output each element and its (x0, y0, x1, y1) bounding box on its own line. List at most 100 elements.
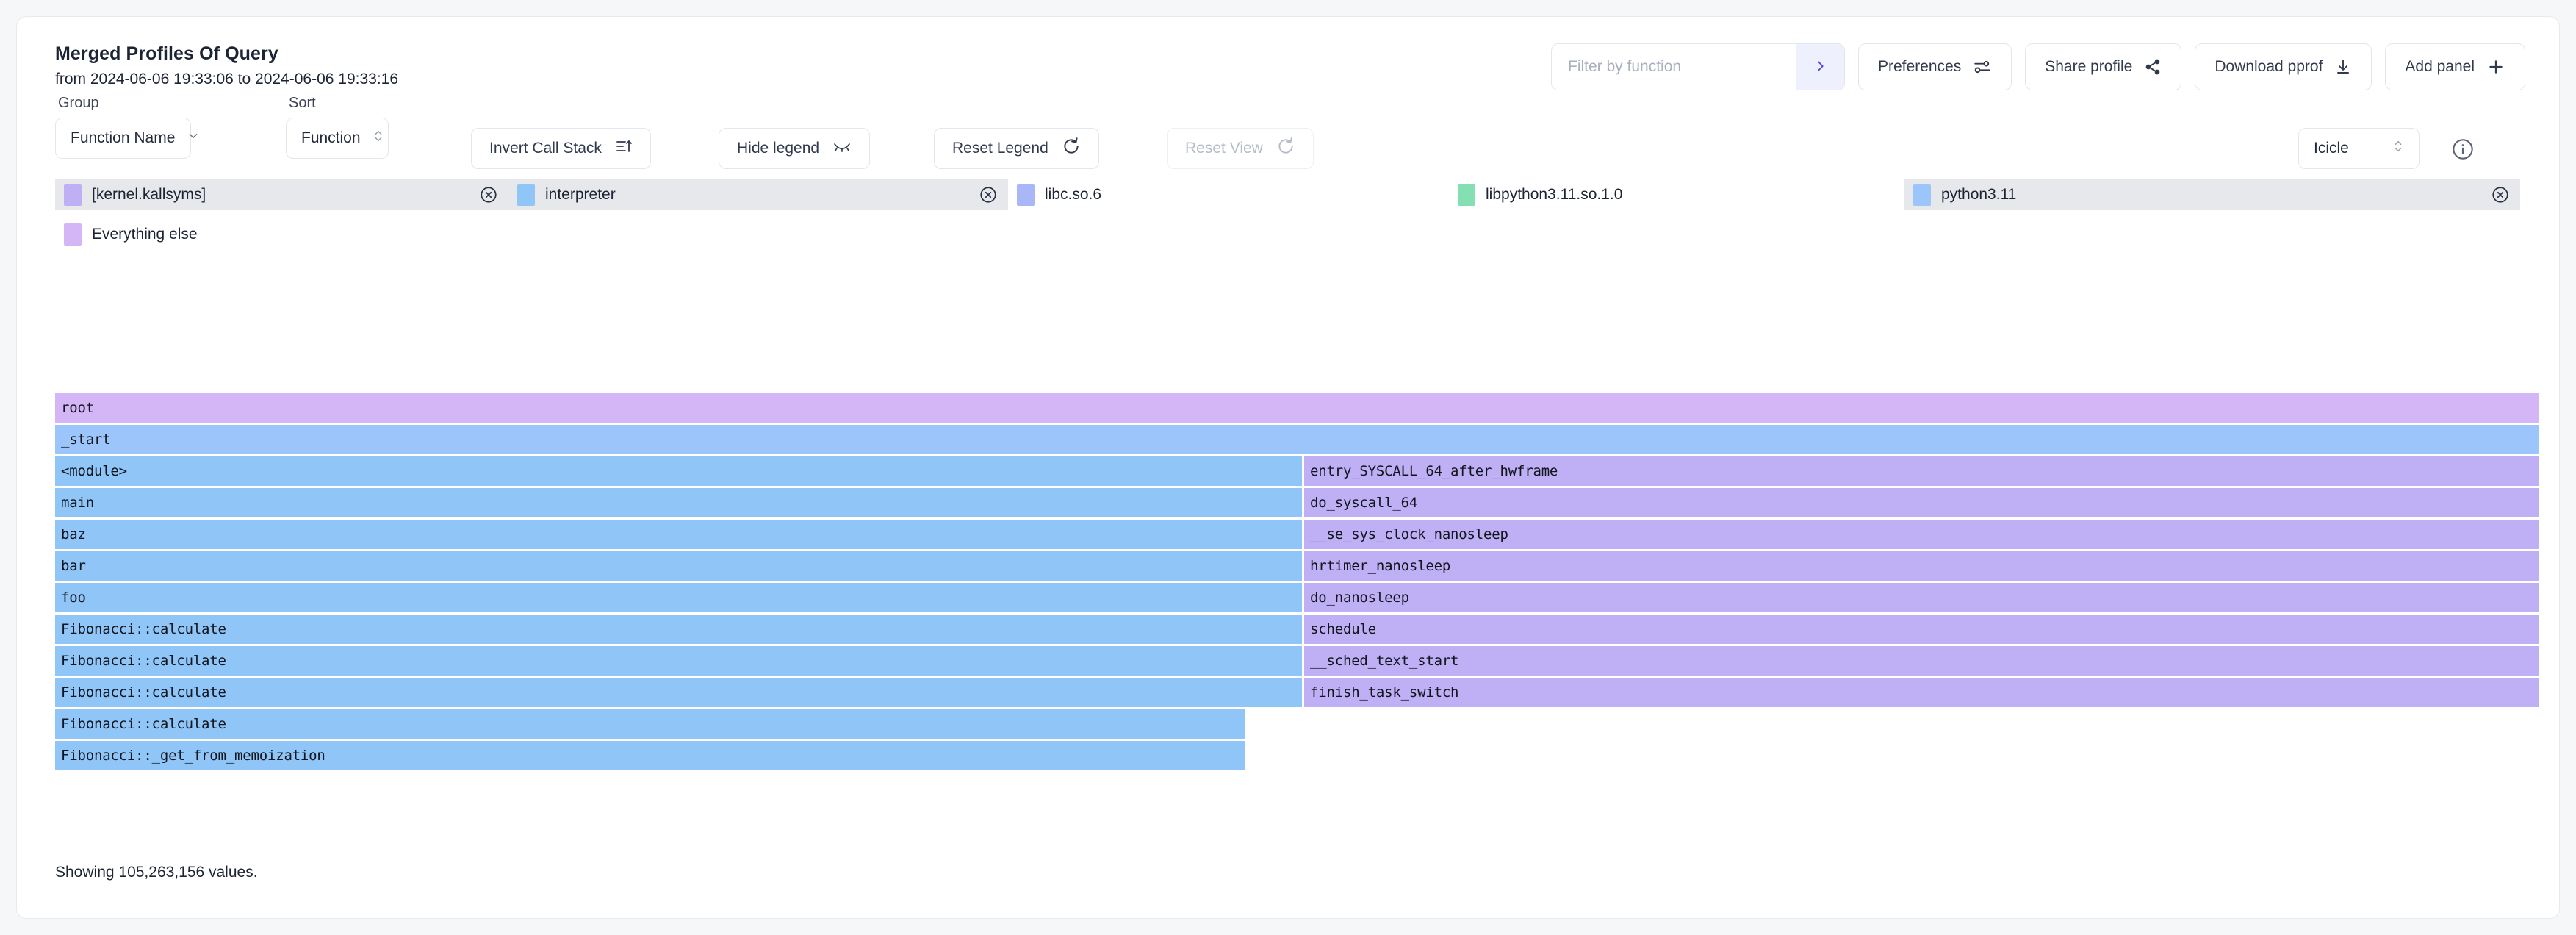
flamegraph-bar[interactable]: <module> (55, 456, 1302, 486)
sort-control: Sort Function (286, 95, 389, 159)
sort-select[interactable]: Function (286, 118, 389, 159)
legend-color-swatch (64, 223, 82, 246)
panel-header: Merged Profiles Of Query from 2024-06-06… (17, 17, 2559, 95)
flamegraph-bar[interactable]: entry_SYSCALL_64_after_hwframe (1304, 456, 2539, 486)
flamegraph-row: Fibonacci::calculate __sched_text_start (55, 646, 2539, 676)
flamegraph-bar[interactable]: bar (55, 551, 1302, 581)
group-select[interactable]: Function Name (55, 118, 191, 159)
flamegraph-bar-label: entry_SYSCALL_64_after_hwframe (1304, 463, 1558, 479)
flamegraph-bar[interactable]: Fibonacci::calculate (55, 709, 1245, 739)
group-label: Group (55, 95, 191, 112)
flamegraph-row: foodo_nanosleep (55, 583, 2539, 612)
controls-row: Group Function Name Sort Function Invert… (17, 95, 2559, 179)
invert-call-stack-label: Invert Call Stack (489, 140, 602, 157)
sort-select-value: Function (301, 129, 361, 147)
flamegraph-bar[interactable]: Fibonacci::calculate (55, 615, 1302, 644)
flamegraph-bar-label: do_syscall_64 (1304, 495, 1417, 511)
info-icon (2451, 151, 2475, 164)
flamegraph-row: Fibonacci::_get_from_memoization (55, 741, 2539, 770)
flamegraph-bar[interactable]: Fibonacci::_get_from_memoization (55, 741, 1245, 770)
legend-row-primary: [kernel.kallsyms] interpreter libc.so.6 lib… (55, 179, 2521, 210)
download-pprof-button[interactable]: Download pprof (2195, 43, 2372, 90)
flamegraph-bar[interactable]: Fibonacci::calculate (55, 678, 1302, 707)
preferences-label: Preferences (1878, 58, 1961, 76)
flamegraph-bar-label: bar (55, 558, 86, 574)
title-block: Merged Profiles Of Query from 2024-06-06… (55, 43, 398, 88)
legend-item[interactable]: [kernel.kallsyms] (55, 179, 508, 210)
legend-color-swatch (517, 184, 535, 206)
legend-row-secondary: Everything else (55, 219, 2521, 250)
flamegraph-bar[interactable]: do_nanosleep (1304, 583, 2539, 612)
invert-call-stack-button[interactable]: Invert Call Stack (471, 128, 651, 169)
flamegraph-bar[interactable]: schedule (1304, 615, 2539, 644)
download-pprof-label: Download pprof (2215, 58, 2323, 76)
chevron-down-icon (187, 129, 200, 147)
reset-legend-label: Reset Legend (952, 140, 1048, 157)
info-button[interactable] (2451, 137, 2475, 165)
flamegraph[interactable]: root _start <module> entry_SYSCALL_64_after… (55, 393, 2539, 773)
legend: [kernel.kallsyms] interpreter libc.so.6 lib… (17, 179, 2559, 250)
sliders-icon (1973, 57, 1992, 76)
showing-values-label: Showing 105,263,156 values. (55, 864, 258, 881)
flamegraph-row: root (55, 393, 2539, 423)
flamegraph-bar-label: Fibonacci::calculate (55, 716, 226, 732)
add-panel-button[interactable]: Add panel (2385, 43, 2525, 90)
remove-legend-item-button[interactable] (463, 185, 498, 204)
submit-filter-button[interactable] (1796, 44, 1844, 90)
remove-legend-item-button[interactable] (963, 185, 998, 204)
legend-item[interactable]: Everything else (55, 219, 290, 250)
search-input[interactable] (1552, 44, 1796, 90)
flamegraph-bar[interactable]: __sched_text_start (1304, 646, 2539, 676)
remove-legend-item-button[interactable] (2475, 185, 2510, 204)
preferences-button[interactable]: Preferences (1858, 43, 2012, 90)
legend-item[interactable]: interpreter (508, 179, 1008, 210)
flamegraph-bar-label: __sched_text_start (1304, 653, 1458, 669)
view-mode-value: Icicle (2314, 140, 2349, 157)
reset-view-button[interactable]: Reset View (1167, 128, 1314, 169)
flamegraph-bar-label: root (55, 400, 94, 416)
flamegraph-bar[interactable]: finish_task_switch (1304, 678, 2539, 707)
legend-item-label: interpreter (545, 186, 616, 204)
hide-legend-button[interactable]: Hide legend (719, 128, 870, 169)
flamegraph-bar[interactable]: Fibonacci::calculate (55, 646, 1302, 676)
flamegraph-bar[interactable]: __se_sys_clock_nanosleep (1304, 520, 2539, 549)
chevron-up-down-icon (373, 129, 384, 148)
legend-color-swatch (64, 184, 82, 206)
flamegraph-bar[interactable]: do_syscall_64 (1304, 488, 2539, 517)
header-actions: Preferences Share profile Download pprof… (1551, 43, 2525, 90)
flamegraph-bar[interactable]: hrtimer_nanosleep (1304, 551, 2539, 581)
flamegraph-bar-label: <module> (55, 463, 127, 479)
legend-item[interactable]: libpython3.11.so.1.0 (1449, 179, 1904, 210)
group-select-value: Function Name (71, 129, 175, 147)
chevron-right-icon (1813, 58, 1829, 76)
flamegraph-bar-label: schedule (1304, 621, 1376, 637)
flamegraph-row: Fibonacci::calculate schedule (55, 615, 2539, 644)
hide-legend-label: Hide legend (737, 140, 819, 157)
flamegraph-bar-label: Fibonacci::calculate (55, 621, 226, 637)
share-profile-button[interactable]: Share profile (2025, 43, 2181, 90)
download-icon (2334, 58, 2352, 76)
view-mode-select[interactable]: Icicle (2298, 128, 2420, 169)
flamegraph-row: bar hrtimer_nanosleep (55, 551, 2539, 581)
legend-color-swatch (1913, 184, 1931, 206)
add-panel-label: Add panel (2405, 58, 2475, 76)
profile-panel: Merged Profiles Of Query from 2024-06-06… (16, 16, 2560, 919)
legend-item[interactable]: libc.so.6 (1008, 179, 1449, 210)
legend-item[interactable]: python3.11 (1904, 179, 2520, 210)
time-range-subtitle: from 2024-06-06 19:33:06 to 2024-06-06 1… (55, 71, 398, 88)
share-icon (2144, 58, 2162, 76)
flamegraph-row: baz__se_sys_clock_nanosleep (55, 520, 2539, 549)
flamegraph-bar[interactable]: foo (55, 583, 1302, 612)
flamegraph-bar-label: Fibonacci::calculate (55, 653, 226, 669)
legend-item-label: libc.so.6 (1045, 186, 1101, 204)
flamegraph-bar[interactable]: main (55, 488, 1302, 517)
flamegraph-bar[interactable]: _start (55, 425, 2539, 454)
flamegraph-row: Fibonacci::calculatefinish_task_switch (55, 678, 2539, 707)
flamegraph-bar[interactable]: root (55, 393, 2539, 423)
flamegraph-bar-label: finish_task_switch (1304, 684, 1458, 701)
reset-legend-button[interactable]: Reset Legend (934, 128, 1099, 169)
flamegraph-bar-label: main (55, 495, 94, 511)
legend-item-label: Everything else (92, 226, 198, 243)
chevron-up-down-icon (2392, 139, 2404, 158)
flamegraph-bar[interactable]: baz (55, 520, 1302, 549)
